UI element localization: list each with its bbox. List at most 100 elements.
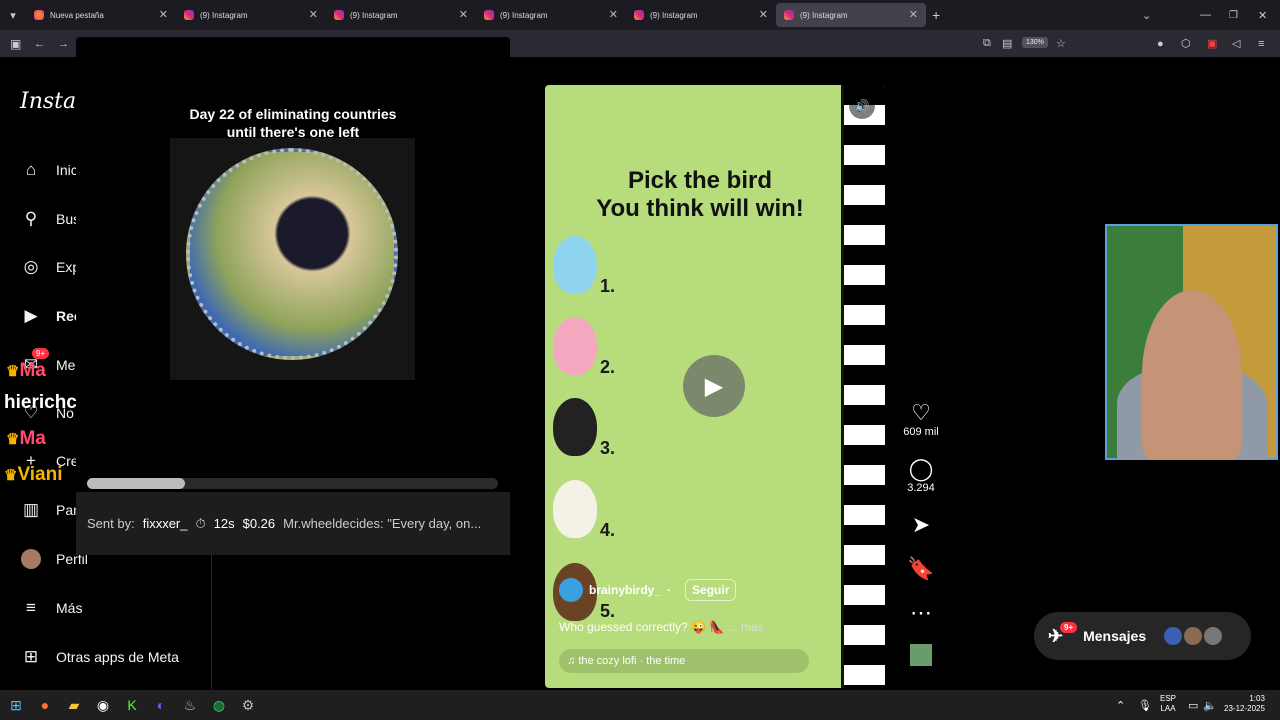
close-tab-icon[interactable]: ✕ [309,8,318,21]
browser-tab[interactable]: (9) Instagram ✕ [326,3,476,27]
search-icon: ⚲ [24,209,38,228]
send-icon: ➤ [911,512,931,537]
reel-title: Pick the bird You think will win! [596,167,804,222]
messages-button[interactable]: ✈ 9+ Mensajes [1034,612,1251,660]
spotify-icon[interactable]: ◍ [206,694,232,716]
obs-icon[interactable]: ◉ [90,694,116,716]
sidebar-item-meta-apps[interactable]: ⊞ Otras apps de Meta [20,646,179,668]
network-icon[interactable]: ▭ [1188,699,1198,712]
tab-list-icon[interactable]: ▾ [0,9,26,22]
reel-video[interactable]: 🔊 Pick the bird You think will win! 1. 2.… [545,85,885,688]
sidebar-item-dashboard[interactable]: ▥ Pan [20,499,81,521]
tray-chevron-icon[interactable]: ⌃ [1116,699,1125,712]
notification-badge: 9+ [1060,622,1078,633]
play-button[interactable]: ▶ [683,355,745,417]
comment-button[interactable]: ◯ 3.294 [900,456,942,494]
like-button[interactable]: ♡ 609 mil [900,400,942,438]
bird-blue [553,236,597,294]
file-explorer-icon[interactable]: ▰ [61,694,87,716]
audio-thumbnail[interactable] [900,644,942,666]
language-indicator[interactable]: ESP LAA [1160,694,1176,714]
back-icon[interactable]: ← [34,38,45,50]
sidebar-item-search[interactable]: ⚲ Bus [20,208,80,230]
instagram-icon [784,10,794,20]
forward-icon[interactable]: → [58,38,69,50]
avatar[interactable] [559,578,583,602]
steam-icon[interactable]: ♨ [177,694,203,716]
avatar [1184,627,1203,645]
music-label[interactable]: ♫ the cozy lofi · the time [559,649,809,673]
chat-overlay-name: hierichc [4,392,77,413]
browser-tab[interactable]: (9) Instagram ✕ [626,3,776,27]
tab-bar: ▾ Nueva pestaña ✕ (9) Instagram ✕ (9) Inst… [0,0,1280,30]
instagram-icon [634,10,644,20]
clock[interactable]: 1:03 23-12-2025 [1224,694,1265,714]
list-all-tabs-icon[interactable]: ⌄ [1142,9,1151,22]
close-tab-icon[interactable]: ✕ [159,8,168,21]
bookmark-star-icon[interactable]: ☆ [1056,37,1066,50]
sidebar-item-reels[interactable]: ▶ Ree [20,305,81,327]
close-tab-icon[interactable]: ✕ [909,8,918,21]
windows-start-icon[interactable]: ⊞ [3,694,29,716]
screenshot-icon[interactable]: ⧉ [983,37,991,50]
progress-bar [87,478,498,489]
chat-overlay-name: ♛Ma [6,360,46,381]
avatar [1164,627,1183,645]
firefox-icon[interactable]: ● [32,694,58,716]
discord-icon[interactable]: ◐ [148,694,174,716]
more-options-button[interactable]: ⋯ [900,600,942,626]
app-menu-icon[interactable]: ≡ [1258,38,1264,50]
avatar [1204,627,1223,645]
new-tab-icon[interactable]: + [932,7,940,23]
microphone-icon[interactable]: 🎙 [1138,699,1152,712]
save-button[interactable]: 🔖 [900,556,942,582]
close-tab-icon[interactable]: ✕ [459,8,468,21]
speaker-icon[interactable]: 🔈 [1203,699,1217,712]
crown-icon: ♛ [6,363,20,380]
firefox-icon [34,10,44,20]
bird-number: 1. [600,276,616,296]
maximize-icon[interactable]: ❐ [1229,10,1238,21]
timer-icon: ⏱ [195,515,206,531]
sidebar-item-home[interactable]: ⌂ Inic [20,159,78,181]
sidebar-toggle-icon[interactable]: ▣ [10,37,21,51]
volume-icon[interactable]: ◁ [1232,37,1240,50]
home-icon: ⌂ [25,160,37,179]
instagram-icon [334,10,344,20]
sidebar-item-explore[interactable]: ◎ Exp [20,256,81,278]
overlay-title: Day 22 of eliminating countries until the… [189,106,397,140]
chat-overlay-name: ♛Ma [6,428,46,449]
bookmark-icon: 🔖 [907,556,935,581]
mute-icon[interactable]: 🔊 [849,93,875,119]
share-button[interactable]: ➤ [900,512,942,538]
extension-icon[interactable]: ● [1157,38,1164,50]
close-tab-icon[interactable]: ✕ [609,8,618,21]
browser-tab-active[interactable]: (9) Instagram ✕ [776,3,926,27]
addon-icon[interactable]: ▣ [1207,37,1217,50]
kick-icon[interactable]: K [119,694,145,716]
more-link[interactable]: ... más [728,620,764,634]
settings-icon[interactable]: ⚙ [235,694,261,716]
sidebar-item-more[interactable]: ≡ Más [20,597,82,619]
meta-apps-icon: ⊞ [23,647,39,666]
reader-view-icon[interactable]: ▤ [1002,37,1012,50]
minimize-icon[interactable]: — [1200,9,1211,21]
crown-icon: ♛ [4,467,18,484]
avatar [20,548,42,570]
compass-icon: ◎ [23,257,39,276]
browser-tab[interactable]: Nueva pestaña ✕ [26,3,176,27]
close-window-icon[interactable]: ✕ [1258,9,1267,22]
instagram-icon [484,10,494,20]
webcam-feed [1105,224,1278,460]
close-tab-icon[interactable]: ✕ [759,8,768,21]
notification-badge: 9+ [32,348,50,359]
globe-wheel [186,148,398,360]
browser-tab[interactable]: (9) Instagram ✕ [476,3,626,27]
zoom-level[interactable]: 130% [1022,37,1048,48]
bird-number: 3. [600,438,616,458]
browser-tab[interactable]: (9) Instagram ✕ [176,3,326,27]
bird-black [553,398,597,456]
extensions-icon[interactable]: ⬡ [1181,37,1191,50]
follow-button[interactable]: Seguir [685,579,737,601]
chat-overlay-name: ♛Viani [4,464,63,485]
